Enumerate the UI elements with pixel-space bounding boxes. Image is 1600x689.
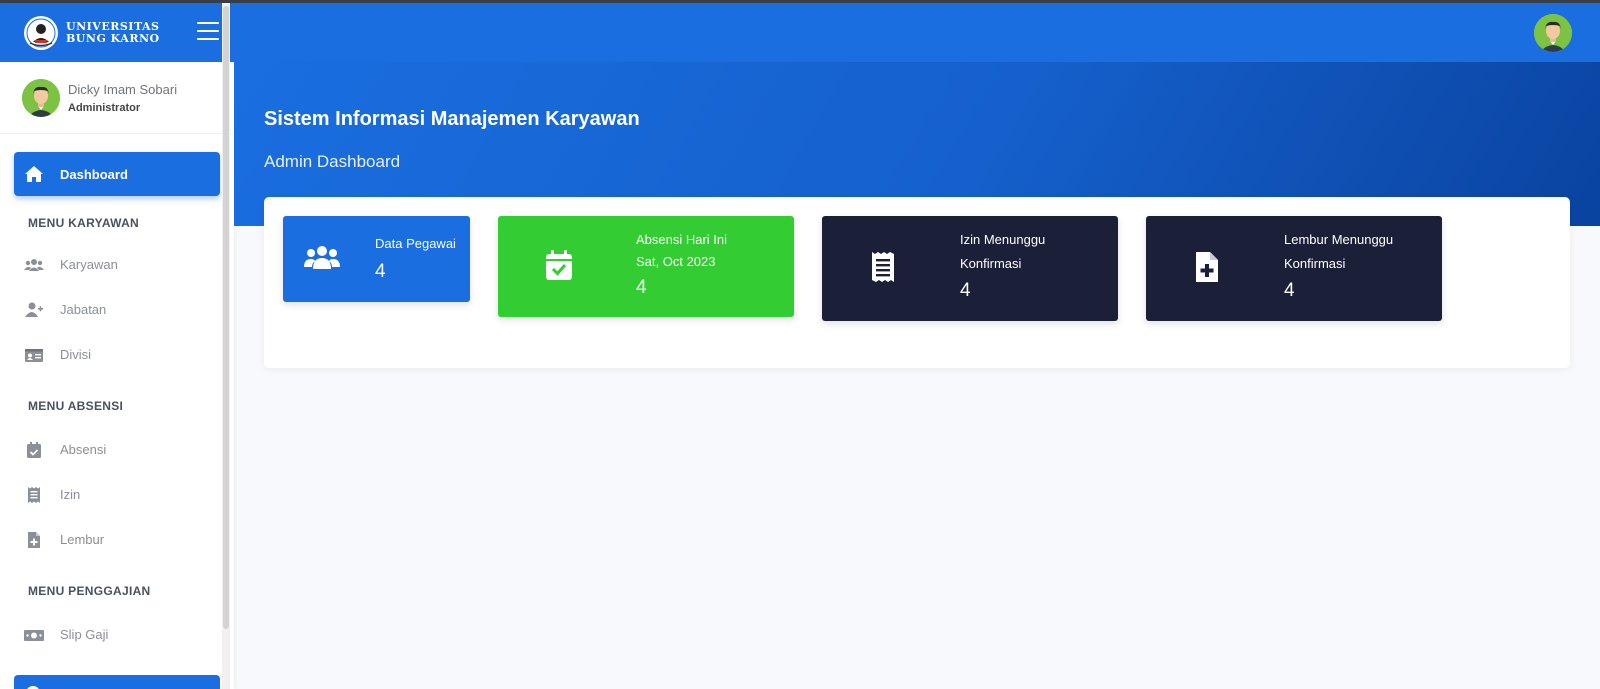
stat-title-line-2: Konfirmasi bbox=[1284, 256, 1346, 271]
sidebar-item-label: Slip Gaji bbox=[60, 627, 109, 642]
stat-title-line-2: Konfirmasi bbox=[960, 256, 1022, 271]
sidebar-item-jabatan[interactable]: Jabatan bbox=[14, 287, 220, 332]
sidebar-item-karyawan[interactable]: Karyawan bbox=[14, 242, 220, 287]
sidebar-item-divisi[interactable]: Divisi bbox=[14, 332, 220, 377]
avatar[interactable] bbox=[22, 78, 60, 117]
stat-title: Data Pegawai bbox=[375, 236, 456, 251]
sidebar-item-partial[interactable] bbox=[14, 675, 220, 689]
sidebar-item-dashboard[interactable]: Dashboard bbox=[14, 152, 220, 196]
user-role: Administrator bbox=[68, 101, 141, 114]
sidebar-item-label: Absensi bbox=[60, 442, 107, 457]
section-menu-penggajian: MENU PENGGAJIAN bbox=[28, 584, 151, 598]
page-subtitle: Admin Dashboard bbox=[264, 152, 401, 171]
file-medical-icon bbox=[1195, 251, 1219, 283]
stat-title: Absensi Hari Ini bbox=[636, 232, 728, 247]
id-card-icon bbox=[24, 345, 44, 365]
receipt-icon bbox=[871, 251, 895, 283]
stat-value: 4 bbox=[375, 261, 386, 282]
sidebar-item-label: Divisi bbox=[60, 347, 92, 362]
stat-date: Sat, Oct 2023 bbox=[636, 254, 716, 269]
receipt-icon bbox=[24, 485, 44, 505]
sidebar-item-label: Jabatan bbox=[60, 302, 107, 317]
user-plus-icon bbox=[24, 300, 44, 320]
university-logo-icon[interactable] bbox=[24, 15, 58, 50]
brand-line-2: BUNG KARNO bbox=[66, 31, 160, 45]
stat-title-line-1: Izin Menunggu bbox=[960, 232, 1046, 247]
brand-name: UNIVERSITAS BUNG KARNO bbox=[66, 19, 160, 45]
calendar-check-icon bbox=[24, 440, 44, 460]
brand-line-1: UNIVERSITAS bbox=[66, 19, 160, 33]
stat-card-absensi-hari-ini[interactable]: Absensi Hari Ini Sat, Oct 2023 4 bbox=[498, 216, 794, 317]
stat-value: 4 bbox=[636, 277, 647, 298]
stats-panel: Data Pegawai 4 Absensi Hari Ini Sat, Oct… bbox=[264, 197, 1570, 368]
topbar bbox=[234, 3, 1600, 62]
sidebar-item-izin[interactable]: Izin bbox=[14, 472, 220, 517]
money-bill-icon bbox=[24, 625, 44, 645]
section-menu-absensi: MENU ABSENSI bbox=[28, 399, 124, 413]
stat-value: 4 bbox=[960, 280, 971, 301]
brand-bar: UNIVERSITAS BUNG KARNO bbox=[0, 3, 234, 62]
sidebar-item-label: Izin bbox=[60, 487, 81, 502]
users-icon bbox=[24, 255, 44, 275]
users-icon bbox=[303, 243, 341, 273]
page-title: Sistem Informasi Manajemen Karyawan bbox=[264, 108, 640, 130]
user-panel: Dicky Imam Sobari Administrator bbox=[0, 62, 234, 134]
sidebar-scrollbar[interactable] bbox=[222, 3, 230, 689]
menu-toggle-icon[interactable] bbox=[197, 22, 219, 42]
stat-card-data-pegawai[interactable]: Data Pegawai 4 bbox=[283, 216, 470, 302]
sidebar-item-label: Dashboard bbox=[60, 166, 128, 182]
user-name: Dicky Imam Sobari bbox=[68, 81, 178, 97]
stat-title-line-1: Lembur Menunggu bbox=[1284, 232, 1394, 247]
sidebar-item-lembur[interactable]: Lembur bbox=[14, 517, 220, 562]
sidebar-item-slip-gaji[interactable]: Slip Gaji bbox=[14, 612, 220, 657]
stat-card-izin-menunggu[interactable]: Izin Menunggu Konfirmasi 4 bbox=[822, 216, 1118, 321]
home-icon bbox=[24, 164, 44, 184]
sidebar-nav: Dashboard MENU KARYAWAN Karyawan Jabatan bbox=[0, 134, 234, 657]
section-menu-karyawan: MENU KARYAWAN bbox=[28, 216, 140, 230]
stat-value: 4 bbox=[1284, 280, 1295, 301]
sidebar-item-absensi[interactable]: Absensi bbox=[14, 427, 220, 472]
file-medical-icon bbox=[24, 530, 44, 550]
calendar-check-icon bbox=[545, 249, 573, 281]
sidebar: UNIVERSITAS BUNG KARNO Dicky Imam Sobari… bbox=[0, 3, 234, 689]
scrollbar-thumb[interactable] bbox=[223, 6, 229, 629]
stat-card-lembur-menunggu[interactable]: Lembur Menunggu Konfirmasi 4 bbox=[1146, 216, 1442, 321]
sidebar-item-label: Karyawan bbox=[60, 257, 118, 272]
sidebar-item-label: Lembur bbox=[60, 532, 105, 547]
avatar[interactable] bbox=[1534, 14, 1572, 52]
